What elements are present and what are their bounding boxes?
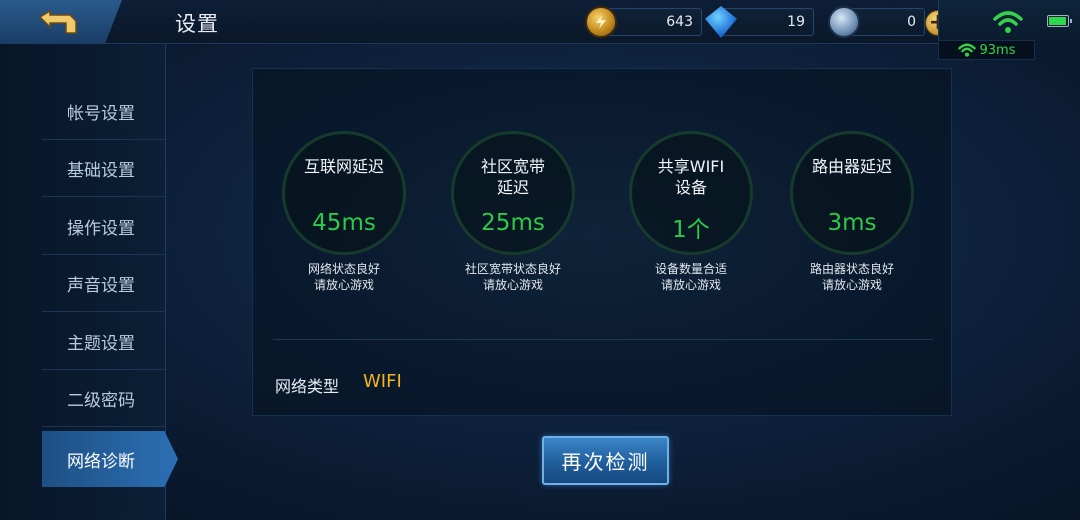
sidebar-item-secondary-password[interactable]: 二级密码: [42, 371, 165, 427]
metric-value: 25ms: [481, 210, 545, 236]
ping-value: 93ms: [979, 42, 1016, 58]
metric-ring: 共享WIFI 设备 1个: [629, 131, 753, 255]
diamond-value: 19: [787, 14, 805, 30]
metric-value: 45ms: [312, 210, 376, 236]
network-type-label: 网络类型: [275, 377, 340, 396]
diagnostics-panel: 互联网延迟 45ms 网络状态良好 请放心游戏 社区宽带 延迟 25ms 社区宽…: [252, 68, 952, 416]
metric-desc: 路由器状态良好 请放心游戏: [809, 262, 894, 292]
metric-label: 社区宽带 延迟: [480, 157, 545, 197]
metric-label: 路由器延迟: [811, 157, 892, 176]
metric-router-latency: 路由器延迟 3ms 路由器状态良好 请放心游戏: [790, 131, 914, 293]
metric-ring: 社区宽带 延迟 25ms: [451, 131, 575, 255]
status-area: [938, 0, 1080, 44]
sidebar-item-sound[interactable]: 声音设置: [42, 256, 165, 312]
sidebar-item-theme[interactable]: 主题设置: [42, 314, 165, 370]
gold-coin-icon: [585, 6, 617, 38]
metric-desc: 网络状态良好 请放心游戏: [307, 262, 380, 292]
ping-indicator: 93ms: [938, 40, 1035, 60]
gem-value: 0: [907, 14, 916, 30]
metric-label: 共享WIFI 设备: [657, 157, 725, 197]
metric-value: 1个: [672, 217, 710, 243]
metric-shared-wifi-devices: 共享WIFI 设备 1个 设备数量合适 请放心游戏: [629, 131, 753, 293]
metric-desc: 设备数量合适 请放心游戏: [654, 262, 727, 292]
back-arrow-icon: [38, 9, 77, 34]
sidebar-item-network-diagnosis[interactable]: 网络诊断: [42, 431, 178, 487]
sidebar-item-controls[interactable]: 操作设置: [42, 199, 165, 255]
divider: [273, 339, 933, 340]
page-title: 设置: [175, 12, 219, 36]
sidebar-item-account[interactable]: 帐号设置: [42, 84, 165, 140]
metric-internet-latency: 互联网延迟 45ms 网络状态良好 请放心游戏: [282, 131, 406, 293]
metric-ring: 路由器延迟 3ms: [790, 131, 914, 255]
wifi-small-icon: [957, 43, 976, 57]
metric-community-broadband: 社区宽带 延迟 25ms 社区宽带状态良好 请放心游戏: [451, 131, 575, 293]
metric-label: 互联网延迟: [303, 157, 384, 176]
metric-ring: 互联网延迟 45ms: [282, 131, 406, 255]
battery-icon: [1047, 15, 1072, 27]
network-type-value: WIFI: [363, 371, 402, 392]
back-button[interactable]: [0, 0, 122, 44]
crystal-gem-icon: [828, 6, 860, 38]
metric-value: 3ms: [827, 210, 877, 236]
wifi-icon: [993, 11, 1023, 33]
metric-desc: 社区宽带状态良好 请放心游戏: [464, 262, 561, 292]
gold-value: 643: [666, 14, 693, 30]
sidebar-item-basic[interactable]: 基础设置: [42, 141, 165, 197]
retest-button[interactable]: 再次检测: [542, 436, 669, 485]
